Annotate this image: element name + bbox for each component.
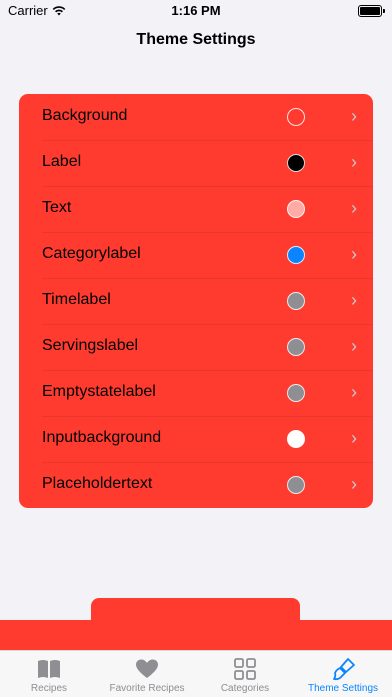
settings-list: Background › Label › Text › Categorylabel › Time… xyxy=(19,94,373,508)
tab-categories-label: Categories xyxy=(220,683,270,694)
color-swatch xyxy=(287,476,305,494)
tab-recipes[interactable]: Recipes xyxy=(0,651,98,697)
chevron-right-icon: › xyxy=(351,290,357,310)
status-bar: Carrier 1:16 PM xyxy=(0,0,392,22)
setting-label: Text xyxy=(42,199,72,216)
chevron-right-icon: › xyxy=(351,428,357,448)
tab-bar: Recipes Favorite Recipes Categories Them… xyxy=(0,650,392,697)
setting-row-text[interactable]: Text › xyxy=(19,186,373,232)
book-icon xyxy=(38,660,60,678)
color-swatch xyxy=(287,292,305,310)
chevron-right-icon: › xyxy=(351,244,357,264)
setting-label: Emptystatelabel xyxy=(42,383,156,400)
setting-label: Background xyxy=(42,107,128,124)
chevron-right-icon: › xyxy=(351,474,357,494)
color-swatch xyxy=(287,108,305,126)
setting-row-inputbackground[interactable]: Inputbackground › xyxy=(19,416,373,462)
color-swatch xyxy=(287,154,305,172)
color-swatch xyxy=(287,384,305,402)
heart-icon xyxy=(136,659,158,678)
setting-label: Categorylabel xyxy=(42,245,141,262)
color-swatch xyxy=(287,338,305,356)
setting-label: Label xyxy=(42,153,82,170)
chevron-right-icon: › xyxy=(351,382,357,402)
tab-favorite-recipes-label: Favorite Recipes xyxy=(109,683,185,694)
tab-theme-settings[interactable]: Theme Settings xyxy=(294,651,392,697)
tab-recipes-label: Recipes xyxy=(30,683,68,694)
color-swatch xyxy=(287,246,305,264)
color-swatch xyxy=(287,430,305,448)
status-time: 1:16 PM xyxy=(171,3,221,18)
tab-categories[interactable]: Categories xyxy=(196,651,294,697)
setting-row-categorylabel[interactable]: Categorylabel › xyxy=(19,232,373,278)
setting-row-emptystatelabel[interactable]: Emptystatelabel › xyxy=(19,370,373,416)
setting-label: Servingslabel xyxy=(42,337,139,354)
setting-label: Timelabel xyxy=(42,291,111,308)
chevron-right-icon: › xyxy=(351,152,357,172)
chevron-right-icon: › xyxy=(351,106,357,126)
setting-row-timelabel[interactable]: Timelabel › xyxy=(19,278,373,324)
color-swatch xyxy=(287,200,305,218)
setting-row-background[interactable]: Background › xyxy=(19,94,373,140)
setting-row-label[interactable]: Label › xyxy=(19,140,373,186)
setting-label: Placeholdertext xyxy=(42,475,153,492)
setting-label: Inputbackground xyxy=(42,429,162,446)
paintbrush-icon xyxy=(333,658,355,681)
setting-row-servingslabel[interactable]: Servingslabel › xyxy=(19,324,373,370)
decorative-red-band xyxy=(0,620,392,650)
chevron-right-icon: › xyxy=(351,336,357,356)
tab-favorite-recipes[interactable]: Favorite Recipes xyxy=(98,651,196,697)
chevron-right-icon: › xyxy=(351,198,357,218)
setting-row-placeholdertext[interactable]: Placeholdertext › xyxy=(19,462,373,508)
grid-icon xyxy=(234,658,256,680)
battery-icon xyxy=(358,5,385,17)
page-title: Theme Settings xyxy=(136,31,256,48)
tab-theme-settings-label: Theme Settings xyxy=(307,683,379,694)
